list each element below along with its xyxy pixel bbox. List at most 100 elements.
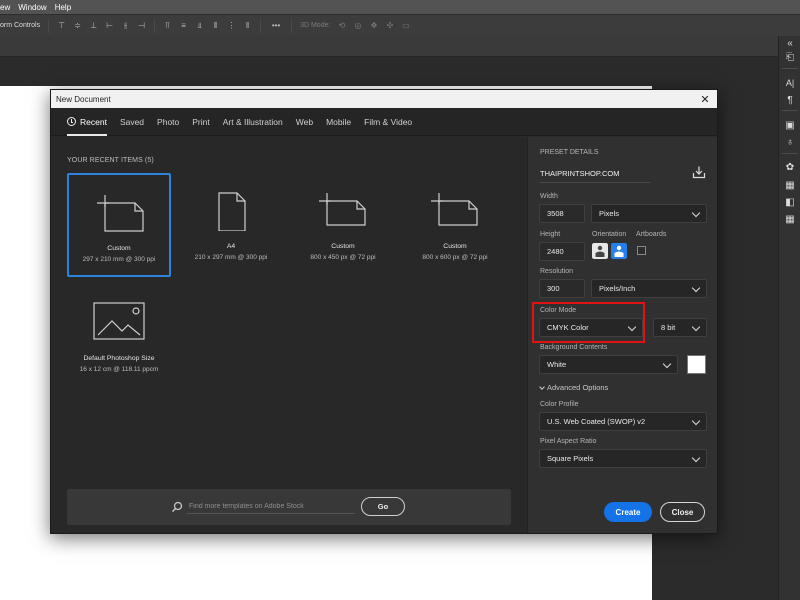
height-value: 2480	[547, 247, 564, 256]
stock-search-bar: Go	[67, 489, 511, 525]
color-profile-select[interactable]: U.S. Web Coated (SWOP) v2	[539, 412, 707, 431]
menu-help[interactable]: Help	[55, 3, 71, 12]
recent-item-card[interactable]: Custom 297 x 210 mm @ 300 ppi	[67, 173, 171, 277]
tab-saved[interactable]: Saved	[120, 108, 144, 136]
history-panel-icon[interactable]: ⎗	[783, 50, 797, 64]
pixel-aspect-ratio-value: Square Pixels	[547, 454, 594, 463]
distribute-group: ⫪ ≡ ⫫ ⦀ ⋮ ‖	[154, 18, 260, 33]
tab-mobile[interactable]: Mobile	[326, 108, 351, 136]
tab-art-illustration[interactable]: Art & Illustration	[223, 108, 283, 136]
orbit-3d-icon[interactable]: ⟲	[337, 21, 346, 30]
width-unit-value: Pixels	[599, 209, 620, 218]
tab-print[interactable]: Print	[192, 108, 209, 136]
artboards-checkbox[interactable]	[637, 246, 646, 255]
dock-separator	[782, 110, 798, 111]
color-panel-icon[interactable]: ✿	[783, 160, 797, 174]
chevron-down-icon	[691, 208, 701, 218]
color-mode-select[interactable]: CMYK Color	[539, 318, 643, 337]
close-button[interactable]: Close	[660, 502, 705, 522]
recent-item-name: A4	[226, 243, 236, 250]
height-input[interactable]: 2480	[539, 242, 585, 261]
chevron-down-icon	[691, 283, 701, 293]
close-icon[interactable]: ✕	[698, 92, 712, 106]
learn-panel-icon[interactable]: ♁	[783, 135, 797, 149]
distribute-bottom-icon[interactable]: ⫫	[195, 21, 204, 30]
preset-name-field[interactable]: THAIPRINTSHOP.COM	[540, 165, 650, 183]
dock-separator	[782, 153, 798, 154]
resolution-label: Resolution	[540, 268, 574, 275]
patterns-panel-icon[interactable]: ▦	[783, 212, 797, 226]
width-value: 3508	[547, 209, 564, 218]
recent-item-card[interactable]: Custom 800 x 450 px @ 72 ppi	[291, 173, 395, 277]
background-contents-select[interactable]: White	[539, 355, 678, 374]
distribute-top-icon[interactable]: ⫪	[163, 21, 172, 30]
align-bottom-icon[interactable]: ⊥	[89, 21, 98, 30]
background-color-swatch[interactable]	[687, 355, 706, 374]
recent-item-detail: 800 x 600 px @ 72 ppi	[422, 254, 488, 261]
tab-label: Photo	[157, 116, 180, 127]
custom-document-icon	[431, 193, 478, 226]
tab-web[interactable]: Web	[296, 108, 313, 136]
recent-item-name: Custom	[443, 243, 467, 250]
roll-3d-icon[interactable]: ◎	[353, 21, 362, 30]
artboards-label: Artboards	[636, 231, 667, 238]
distribute-hcenter-icon[interactable]: ⋮	[227, 21, 236, 30]
a4-document-icon	[218, 192, 246, 231]
go-button[interactable]: Go	[361, 497, 405, 516]
color-mode-label: Color Mode	[540, 307, 577, 314]
menu-view[interactable]: ew	[0, 3, 10, 12]
distribute-left-icon[interactable]: ⦀	[211, 21, 220, 30]
bit-depth-select[interactable]: 8 bit	[653, 318, 707, 337]
pixel-aspect-ratio-select[interactable]: Square Pixels	[539, 449, 707, 468]
align-left-icon[interactable]: ⊢	[105, 21, 114, 30]
resolution-unit-value: Pixels/Inch	[599, 284, 636, 293]
tab-recent[interactable]: Recent	[67, 108, 107, 136]
character-panel-icon[interactable]: A|	[783, 76, 797, 90]
video-camera-icon[interactable]: ▭	[401, 21, 410, 30]
align-top-icon[interactable]: ⊤	[57, 21, 66, 30]
pan-3d-icon[interactable]: ✥	[369, 21, 378, 30]
advanced-options-toggle[interactable]: Advanced Options	[539, 383, 608, 392]
transform-controls-label[interactable]: orm Controls	[0, 22, 48, 29]
tab-film-video[interactable]: Film & Video	[364, 108, 412, 136]
recent-items-heading: YOUR RECENT ITEMS (5)	[67, 157, 154, 164]
distribute-vcenter-icon[interactable]: ≡	[179, 21, 188, 30]
resolution-input[interactable]: 300	[539, 279, 585, 298]
more-group: •••	[260, 18, 291, 33]
recent-item-card[interactable]: Default Photoshop Size 16 x 12 cm @ 118.…	[67, 285, 171, 389]
portrait-orientation-icon[interactable]	[592, 243, 608, 259]
swatches-panel-icon[interactable]: ▦	[783, 178, 797, 192]
preset-details-pane: PRESET DETAILS THAIPRINTSHOP.COM Width 3…	[527, 137, 717, 533]
width-input[interactable]: 3508	[539, 204, 585, 223]
menu-bar: ew Window Help	[0, 0, 800, 14]
width-unit-select[interactable]: Pixels	[591, 204, 707, 223]
recent-item-name: Custom	[331, 243, 355, 250]
resolution-unit-select[interactable]: Pixels/Inch	[591, 279, 707, 298]
align-vcenter-icon[interactable]: ≑	[73, 21, 82, 30]
align-group: ⊤ ≑ ⊥ ⊢ ⫲ ⊣	[48, 18, 154, 33]
recent-item-card[interactable]: A4 210 x 297 mm @ 300 ppi	[179, 173, 283, 277]
recent-item-card[interactable]: Custom 800 x 600 px @ 72 ppi	[403, 173, 507, 277]
create-button[interactable]: Create	[604, 502, 652, 522]
recent-item-name: Custom	[107, 245, 131, 252]
menu-window[interactable]: Window	[18, 3, 46, 12]
height-label: Height	[540, 231, 561, 238]
bit-depth-value: 8 bit	[661, 323, 676, 332]
slide-3d-icon[interactable]: ✣	[385, 21, 394, 30]
landscape-orientation-icon[interactable]	[611, 243, 627, 259]
chevron-down-icon	[691, 322, 701, 332]
more-options-icon[interactable]: •••	[269, 21, 283, 30]
chevron-down-icon	[662, 359, 672, 369]
collapse-panels-icon[interactable]: «	[783, 36, 797, 50]
paragraph-panel-icon[interactable]: ¶	[783, 93, 797, 107]
tab-photo[interactable]: Photo	[157, 108, 179, 136]
workspace-divider	[0, 56, 778, 57]
align-hcenter-icon[interactable]: ⫲	[121, 21, 130, 30]
distribute-right-icon[interactable]: ‖	[243, 21, 252, 30]
libraries-panel-icon[interactable]: ▣	[783, 118, 797, 132]
stock-search-input[interactable]	[187, 500, 355, 514]
dialog-title-bar[interactable]: New Document ✕	[51, 90, 717, 108]
gradients-panel-icon[interactable]: ◧	[783, 195, 797, 209]
align-right-icon[interactable]: ⊣	[137, 21, 146, 30]
save-preset-icon[interactable]	[692, 165, 706, 179]
